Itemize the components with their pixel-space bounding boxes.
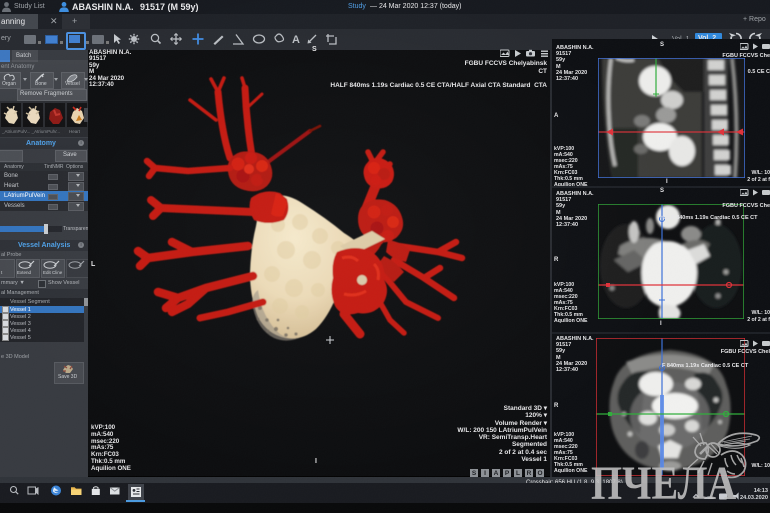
svg-text:A: A — [292, 34, 300, 46]
